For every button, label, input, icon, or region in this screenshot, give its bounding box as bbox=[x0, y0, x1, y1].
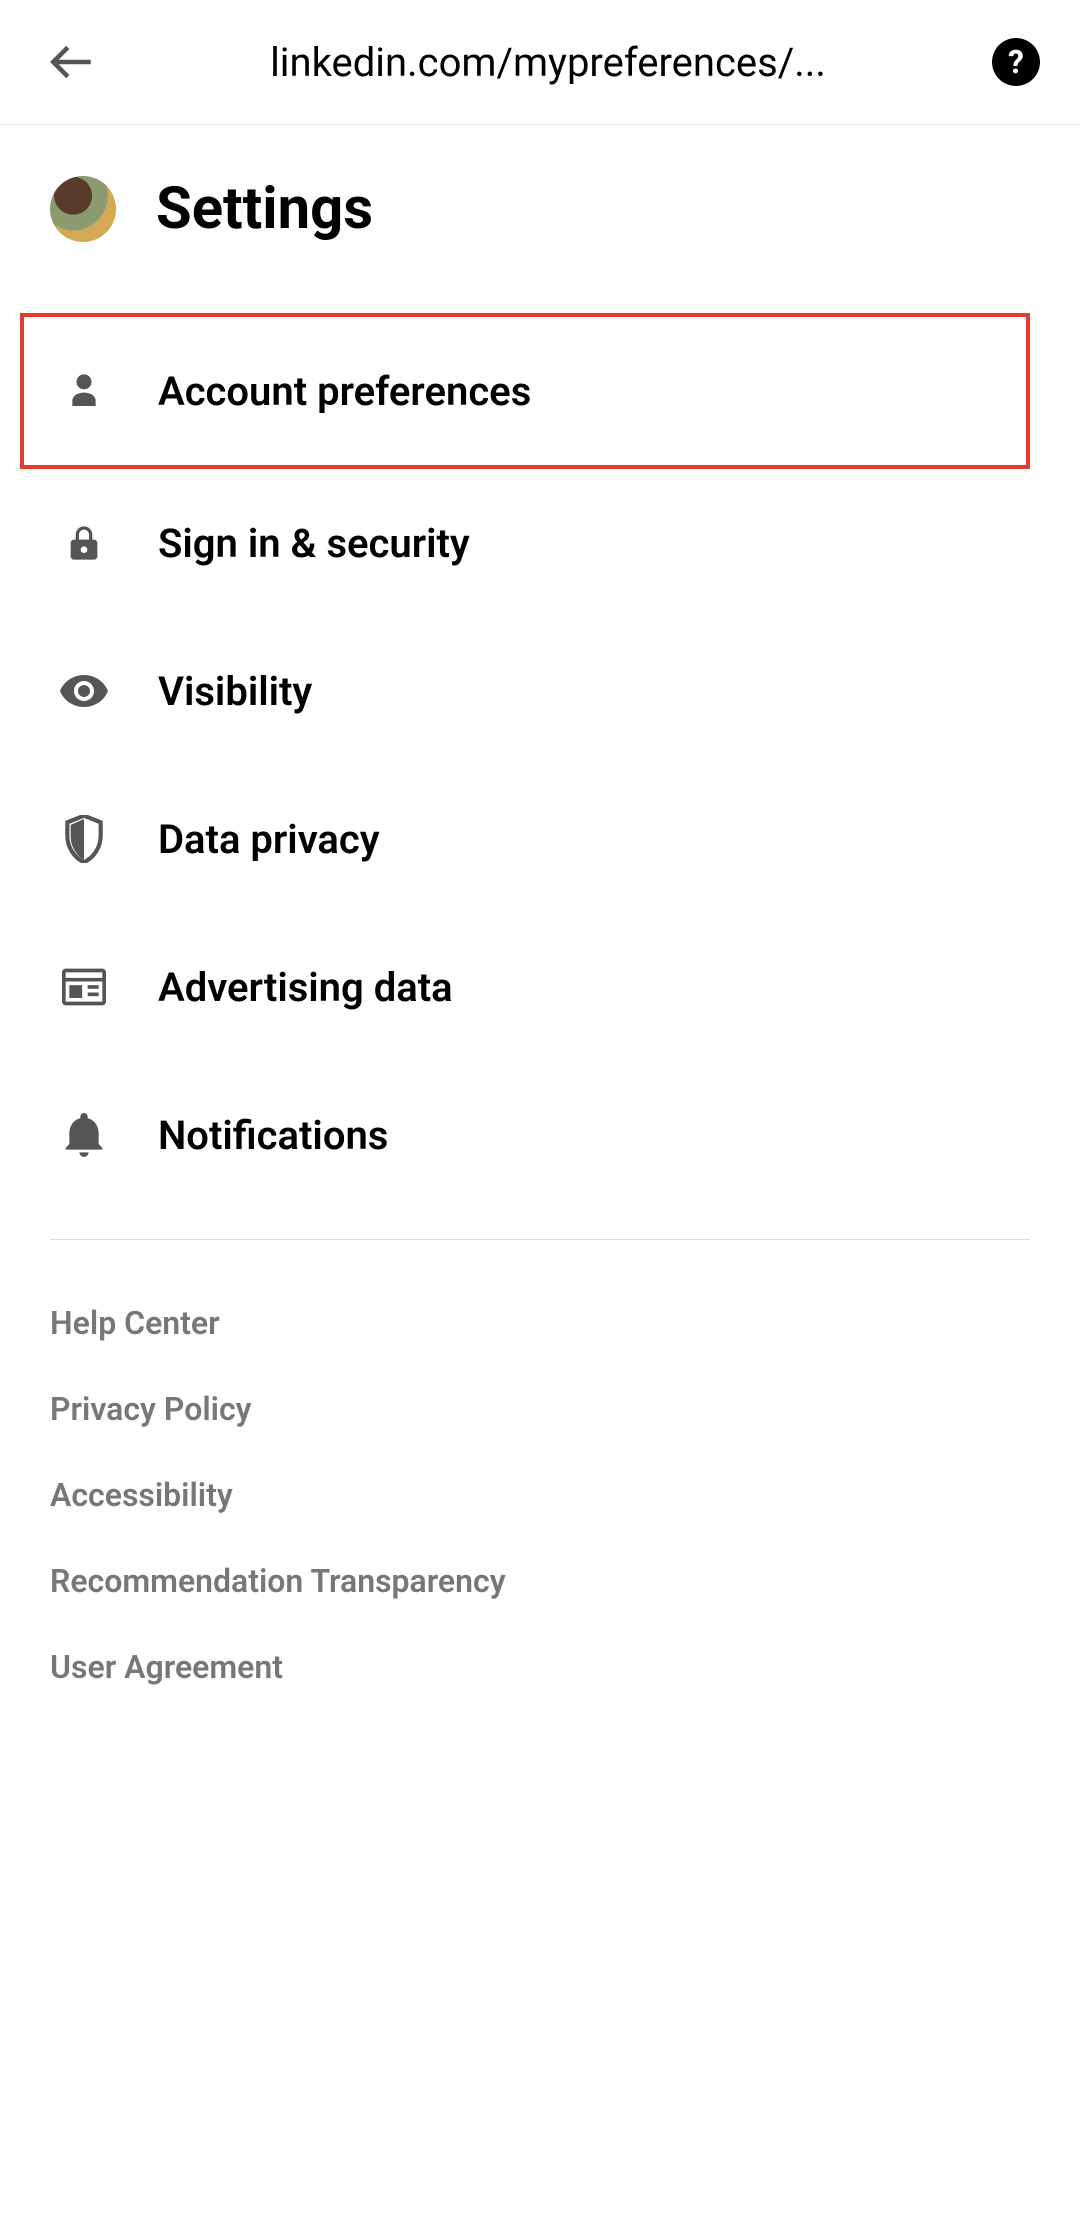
nav-label: Account preferences bbox=[158, 368, 531, 415]
lock-icon bbox=[60, 519, 108, 567]
nav-item-data-privacy[interactable]: Data privacy bbox=[50, 765, 1030, 913]
nav-label: Visibility bbox=[158, 668, 312, 715]
nav-item-notifications[interactable]: Notifications bbox=[50, 1061, 1030, 1209]
url-text[interactable]: linkedin.com/mypreferences/... bbox=[132, 39, 964, 86]
shield-icon bbox=[60, 815, 108, 863]
arrow-left-icon bbox=[47, 37, 97, 87]
newspaper-icon bbox=[60, 963, 108, 1011]
nav-label: Sign in & security bbox=[158, 520, 470, 567]
nav-label: Notifications bbox=[158, 1112, 388, 1159]
footer-links: Help Center Privacy Policy Accessibility… bbox=[50, 1280, 1030, 1710]
nav-item-visibility[interactable]: Visibility bbox=[50, 617, 1030, 765]
footer-link-help-center[interactable]: Help Center bbox=[50, 1280, 1030, 1366]
footer-link-privacy-policy[interactable]: Privacy Policy bbox=[50, 1366, 1030, 1452]
settings-nav-list: Account preferences Sign in & security V… bbox=[50, 313, 1030, 1209]
settings-content: Settings Account preferences Sign in & s… bbox=[0, 125, 1080, 1710]
eye-icon bbox=[60, 667, 108, 715]
nav-label: Data privacy bbox=[158, 816, 380, 863]
nav-item-account-preferences[interactable]: Account preferences bbox=[20, 313, 1030, 469]
settings-header: Settings bbox=[50, 125, 1030, 313]
divider bbox=[50, 1239, 1030, 1240]
nav-label: Advertising data bbox=[158, 964, 453, 1011]
footer-link-recommendation-transparency[interactable]: Recommendation Transparency bbox=[50, 1538, 1030, 1624]
footer-link-user-agreement[interactable]: User Agreement bbox=[50, 1624, 1030, 1710]
back-button[interactable] bbox=[40, 30, 104, 94]
nav-item-advertising-data[interactable]: Advertising data bbox=[50, 913, 1030, 1061]
page-title: Settings bbox=[156, 175, 373, 243]
nav-item-signin-security[interactable]: Sign in & security bbox=[50, 469, 1030, 617]
avatar[interactable] bbox=[50, 176, 116, 242]
help-button[interactable]: ? bbox=[992, 38, 1040, 86]
bell-icon bbox=[60, 1111, 108, 1159]
person-icon bbox=[60, 367, 108, 415]
browser-top-bar: linkedin.com/mypreferences/... ? bbox=[0, 0, 1080, 125]
footer-link-accessibility[interactable]: Accessibility bbox=[50, 1452, 1030, 1538]
